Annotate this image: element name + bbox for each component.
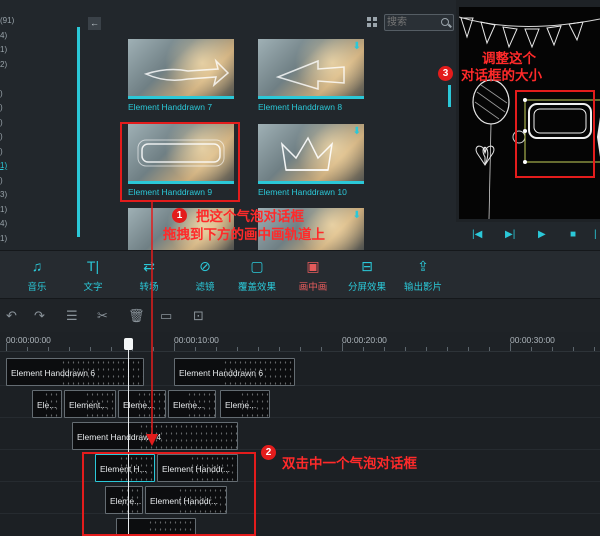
- step-1-text-line2: 拖拽到下方的画中画轨道上: [163, 227, 325, 242]
- step-1-badge: 1: [172, 208, 187, 223]
- step-3-text-line2: 对话框的大小: [461, 68, 542, 83]
- step-3-badge: 3: [438, 66, 453, 81]
- step-2-badge: 2: [261, 445, 276, 460]
- video-editor-window: (91)4)1)2))))))1))3)1)4)1) ← Element Han…: [0, 0, 600, 536]
- step-3-text-line1: 调整这个: [482, 51, 536, 66]
- step-1-text-line1: 把这个气泡对话框: [196, 209, 304, 224]
- step-2-text: 双击中一个气泡对话框: [282, 456, 417, 471]
